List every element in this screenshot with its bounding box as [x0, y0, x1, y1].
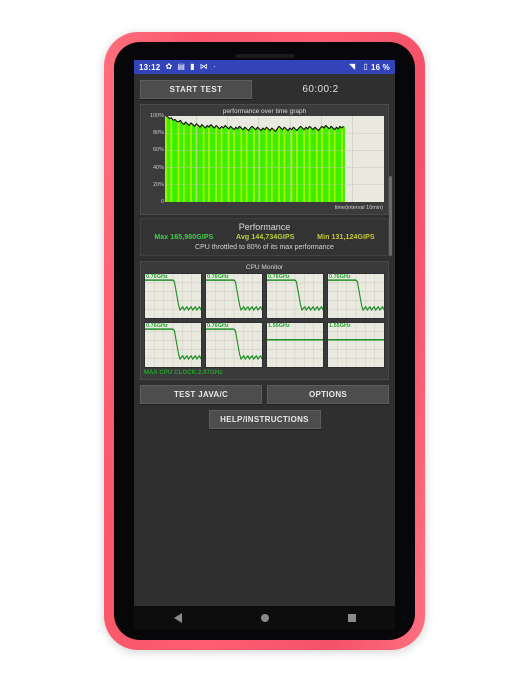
help-instructions-button[interactable]: HELP/INSTRUCTIONS [208, 410, 321, 429]
home-icon [260, 614, 269, 622]
stat-max: Max 165,980GIPS [154, 234, 214, 241]
x-axis-label: time(interval 10min) [334, 205, 383, 211]
cpu-core-freq-label: 0.76GHz [207, 274, 229, 280]
cpu-core-chart: 0.76GHz [266, 273, 324, 319]
nav-home-button[interactable] [253, 606, 277, 630]
timer-readout: 60:00:2 [302, 84, 339, 95]
status-bar-right: ◥ ▯ 16 % [344, 63, 390, 72]
cpu-core-svg [328, 274, 384, 318]
stat-avg: Avg 144,734GIPS [236, 234, 295, 241]
cpu-core-freq-label: 0.76GHz [207, 323, 229, 329]
phone-screen: 13:12 ✿ ▤ ▮ ⋈ · ◥ ▯ 16 % START TEST 60:0… [134, 60, 395, 630]
battery-percent-label: 16 % [370, 62, 390, 72]
cpu-core-freq-label: 0.76GHz [146, 274, 168, 280]
cpu-core-chart: 0.76GHz [327, 273, 385, 319]
cpu-core-freq-label: 0.76GHz [329, 274, 351, 280]
performance-stats-row: Max 165,980GIPS Avg 144,734GIPS Min 131,… [143, 234, 386, 241]
phone-bezel: 13:12 ✿ ▤ ▮ ⋈ · ◥ ▯ 16 % START TEST 60:0… [114, 42, 415, 640]
scrollbar[interactable] [389, 176, 392, 256]
performance-graph-panel: performance over time graph 100% 80% 60%… [140, 104, 389, 215]
cpu-core-freq-label: 0.76GHz [146, 323, 168, 329]
gear-icon: ✿ [165, 62, 173, 71]
button-row: TEST JAVA/C OPTIONS [140, 385, 389, 404]
start-test-button[interactable]: START TEST [140, 80, 252, 99]
y-tick-40: 40% [152, 165, 164, 171]
cpu-core-chart: 0.76GHz [205, 273, 263, 319]
y-tick-60: 60% [152, 147, 164, 153]
y-tick-0: 0 [160, 199, 164, 205]
cpu-core-chart: 0.76GHz [205, 322, 263, 368]
bottom-button-area: TEST JAVA/C OPTIONS HELP/INSTRUCTIONS [134, 380, 395, 429]
options-button[interactable]: OPTIONS [267, 385, 389, 404]
cpu-core-freq-label: 1.55GHz [268, 323, 290, 329]
cpu-core-freq-label: 0.76GHz [268, 274, 290, 280]
cpu-core-svg [206, 323, 262, 367]
cpu-monitor-title: CPU Monitor [245, 264, 284, 271]
cpu-core-svg [206, 274, 262, 318]
dot-icon: · [212, 62, 216, 71]
throttle-note: CPU throttled to 80% of its max performa… [195, 244, 334, 251]
nav-recents-button[interactable] [340, 606, 364, 630]
cpu-core-svg [145, 323, 201, 367]
max-cpu-clock-label: MAX CPU CLOCK:2.07GHz [144, 370, 223, 376]
cpu-row-bottom: 0.76GHz 0.76GHz 1.55GHz 1.55GHz [144, 322, 385, 368]
performance-plot-area [165, 116, 384, 202]
phone-device: 13:12 ✿ ▤ ▮ ⋈ · ◥ ▯ 16 % START TEST 60:0… [104, 32, 425, 650]
stat-min: Min 131,124GIPS [317, 234, 375, 241]
cpu-core-chart: 1.55GHz [327, 322, 385, 368]
app-content: START TEST 60:00:2 performance over time… [134, 74, 395, 606]
cpu-core-chart: 0.76GHz [144, 273, 202, 319]
status-bar-left: 13:12 ✿ ▤ ▮ ⋈ · [139, 63, 216, 72]
cpu-core-freq-label: 1.55GHz [329, 323, 351, 329]
cpu-core-chart: 1.55GHz [266, 322, 324, 368]
performance-graph-title: performance over time graph [222, 108, 307, 115]
android-nav-bar [134, 606, 395, 630]
cpu-core-svg [267, 323, 323, 367]
cpu-core-chart: 0.76GHz [144, 322, 202, 368]
performance-plot-svg [165, 116, 384, 202]
recents-icon [347, 614, 356, 622]
earpiece-speaker-icon [234, 54, 295, 58]
cpu-core-svg [328, 323, 384, 367]
top-controls: START TEST 60:00:2 [134, 74, 395, 103]
nav-back-button[interactable] [166, 606, 190, 630]
back-icon [173, 613, 182, 623]
y-tick-80: 80% [152, 130, 164, 136]
status-clock: 13:12 [139, 62, 161, 72]
vibrate-icon: ▮ [190, 62, 195, 71]
status-bar: 13:12 ✿ ▤ ▮ ⋈ · ◥ ▯ 16 % [134, 60, 395, 74]
wifi-icon: ◥ [348, 62, 356, 71]
performance-graph: performance over time graph 100% 80% 60%… [143, 107, 386, 212]
performance-stats-panel: Performance Max 165,980GIPS Avg 144,734G… [140, 218, 389, 256]
cpu-core-svg [267, 274, 323, 318]
battery-icon: ▯ [363, 62, 368, 71]
sim-card-icon: ▤ [177, 62, 186, 71]
cpu-row-top: 0.76GHz 0.76GHz 0.76GHz 0.76GHz [144, 273, 385, 319]
test-java-c-button[interactable]: TEST JAVA/C [140, 385, 262, 404]
cpu-monitor-panel: CPU Monitor 0.76GHz 0.76GHz 0.76GHz 0.76GHz… [140, 176, 392, 380]
y-tick-20: 20% [152, 182, 164, 188]
cpu-core-svg [145, 274, 201, 318]
performance-stats-title: Performance [238, 222, 291, 232]
bluetooth-icon: ⋈ [199, 62, 208, 71]
